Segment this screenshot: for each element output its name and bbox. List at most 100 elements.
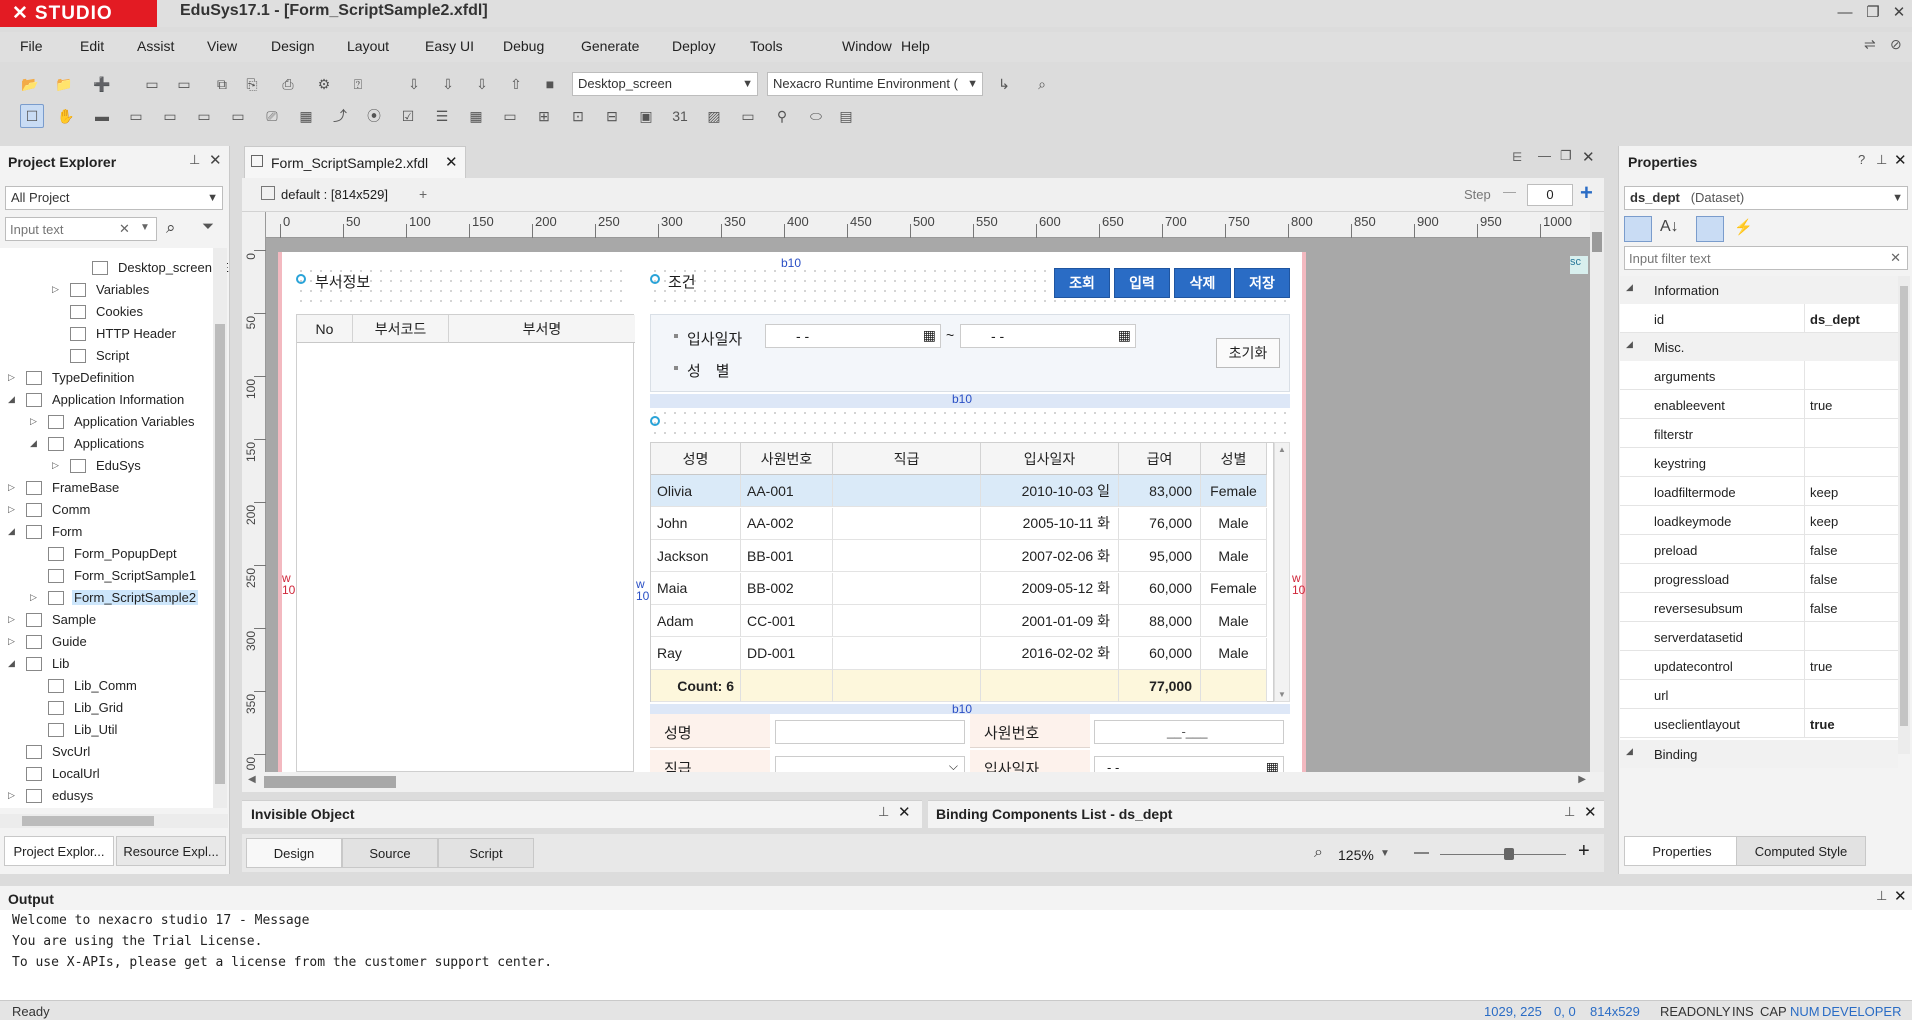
progress-comp-icon[interactable]: ▭ — [736, 104, 760, 128]
property-row[interactable]: useclientlayout true — [1620, 709, 1898, 738]
tree-item[interactable]: Script — [0, 346, 213, 366]
dept-grid-header[interactable]: 부서명 — [449, 315, 635, 343]
close-window-button[interactable]: ✕ — [1886, 2, 1912, 24]
pin-icon[interactable]: ⊥ — [189, 152, 200, 168]
project-filter-combo[interactable]: All Project ▼ — [5, 186, 223, 210]
menu-generate[interactable]: Generate — [581, 38, 639, 54]
tree-item[interactable]: SvcUrl — [0, 742, 213, 762]
tree-toggle-icon[interactable]: ▷ — [52, 284, 62, 295]
menu-debug[interactable]: Debug — [503, 38, 544, 54]
save-all-icon[interactable]: ▭ — [172, 72, 196, 96]
close-icon[interactable]: ✕ — [445, 153, 458, 171]
tree-toggle-icon[interactable]: ▷ — [8, 790, 18, 801]
properties-view-icon[interactable] — [1696, 216, 1724, 242]
tree-hscrollbar[interactable] — [0, 814, 228, 828]
tree-toggle-icon[interactable]: ▷ — [8, 372, 18, 383]
property-row[interactable]: updatecontrol true — [1620, 651, 1898, 680]
tree-item[interactable]: ▷ FrameBase — [0, 478, 213, 498]
delete-button[interactable]: 삭제 — [1174, 268, 1231, 298]
employee-grid[interactable]: 성명 사원번호 직급 입사일자 급여 성별 Olivia AA-001 2010-10-03 일… — [650, 442, 1274, 702]
property-filter-field[interactable]: ✕ — [1624, 246, 1908, 270]
screen-combo[interactable]: Desktop_screen ▼ — [572, 72, 758, 96]
div-comp-icon[interactable]: ⊟ — [600, 104, 624, 128]
tree-item[interactable]: ▷ Form_ScriptSample2 — [0, 588, 213, 608]
maskedit-comp-icon[interactable]: ▭ — [192, 104, 216, 128]
tree-item[interactable]: ▷ Guide — [0, 632, 213, 652]
menu-options-icon[interactable]: ⇌ — [1864, 36, 1876, 53]
property-row[interactable]: id ds_dept — [1620, 304, 1898, 333]
save-button[interactable]: 저장 — [1234, 268, 1290, 298]
tree-toggle-icon[interactable]: ▷ — [8, 482, 18, 493]
table-row[interactable]: Maia BB-002 2009-05-12 화 60,000 Female — [651, 572, 1267, 605]
deploy-icon[interactable]: ⇩ — [470, 72, 494, 96]
chevron-down-icon[interactable]: ▼ — [140, 222, 150, 233]
properties-tab[interactable]: Computed Style — [1736, 836, 1866, 866]
step-decrement-button[interactable]: — — [1503, 184, 1516, 199]
options-icon[interactable]: ⚙ — [312, 72, 336, 96]
zoom-slider[interactable] — [1440, 854, 1566, 855]
menu-tools[interactable]: Tools — [750, 38, 783, 54]
tab-comp-icon[interactable]: ⊡ — [566, 104, 590, 128]
tree-item[interactable]: Lib_Util — [0, 720, 213, 740]
tree-toggle-icon[interactable]: ▷ — [8, 504, 18, 515]
combo-comp-icon[interactable]: ▭ — [124, 104, 148, 128]
groupbox-comp-icon[interactable]: ▣ — [634, 104, 658, 128]
image-comp-icon[interactable]: ▨ — [702, 104, 726, 128]
tree-toggle-icon[interactable]: ▷ — [30, 416, 40, 427]
calendar-comp-icon[interactable]: 31 — [668, 104, 692, 128]
calendar-icon[interactable]: ▦ — [923, 327, 936, 344]
rank-combo[interactable]: ⌵ — [775, 756, 965, 772]
grid-header-0[interactable]: 성명 — [651, 443, 741, 475]
chevron-down-icon[interactable]: ◢ — [1626, 339, 1633, 350]
checkbox-comp-icon[interactable]: ☑ — [396, 104, 420, 128]
tree-item[interactable]: HTTP Header — [0, 324, 213, 344]
new-file-icon[interactable]: ➕ — [90, 72, 114, 96]
tree-toggle-icon[interactable]: ◢ — [8, 394, 18, 405]
help-icon[interactable]: ? — [1858, 152, 1865, 167]
property-value[interactable]: true — [1810, 659, 1832, 674]
tree-toggle-icon[interactable]: ▷ — [52, 460, 62, 471]
property-row[interactable]: preload false — [1620, 535, 1898, 564]
tree-toggle-icon[interactable]: ▷ — [30, 592, 40, 603]
tab-list-icon[interactable]: ⋿ — [1512, 150, 1522, 164]
table-row[interactable]: John AA-002 2005-10-11 화 76,000 Male — [651, 507, 1267, 540]
grid-comp-icon[interactable]: ▦ — [294, 104, 318, 128]
generate-icon[interactable]: ⇧ — [504, 72, 528, 96]
events-view-icon[interactable]: ⚡ — [1734, 218, 1753, 236]
zoom-slider-thumb[interactable] — [1504, 848, 1514, 860]
close-icon[interactable]: ✕ — [1582, 148, 1595, 166]
property-row[interactable]: serverdatasetid — [1620, 622, 1898, 651]
tab-form-scriptsample2[interactable]: Form_ScriptSample2.xfdl ✕ — [244, 146, 466, 178]
tree-item[interactable]: ◢ Application Information — [0, 390, 213, 410]
tree-item[interactable]: Desktop_screen "E — [0, 258, 229, 278]
property-row[interactable]: arguments — [1620, 361, 1898, 390]
editor-tab-source[interactable]: Source — [342, 838, 438, 868]
group-binding[interactable]: ◢ Binding — [1620, 740, 1898, 768]
property-value[interactable]: keep — [1810, 485, 1838, 500]
property-row[interactable]: progressload false — [1620, 564, 1898, 593]
add-layout-button[interactable]: + — [419, 186, 427, 202]
property-value[interactable]: keep — [1810, 514, 1838, 529]
tree-toggle-icon[interactable]: ◢ — [8, 658, 18, 669]
editor-tab-design[interactable]: Design — [246, 838, 342, 868]
menu-edit[interactable]: Edit — [80, 38, 104, 54]
zoom-in-button[interactable]: + — [1578, 840, 1590, 863]
group-information[interactable]: ◢ Information — [1620, 276, 1898, 304]
date-to-field[interactable]: - - ▦ — [960, 324, 1136, 348]
chevron-down-icon[interactable]: ▼ — [1380, 848, 1390, 859]
project-folder-icon[interactable]: 📁 — [52, 72, 76, 96]
close-icon[interactable]: ✕ — [1584, 803, 1597, 821]
menu-deploy[interactable]: Deploy — [672, 38, 716, 54]
tree-item[interactable]: ▷ EduSys — [0, 456, 213, 476]
layout-label[interactable]: default : [814x529] — [281, 187, 388, 202]
maximize-button[interactable]: ❐ — [1860, 2, 1886, 24]
property-value[interactable]: false — [1810, 601, 1837, 616]
property-scrollbar[interactable] — [1898, 276, 1910, 754]
grid-header-5[interactable]: 성별 — [1201, 443, 1267, 475]
launch-icon[interactable]: ↳ — [992, 72, 1016, 96]
menu-design[interactable]: Design — [271, 38, 315, 54]
grid-header-3[interactable]: 입사일자 — [981, 443, 1119, 475]
group-misc[interactable]: ◢ Misc. — [1620, 333, 1898, 361]
table-row[interactable]: Adam CC-001 2001-01-09 화 88,000 Male — [651, 605, 1267, 637]
paste-icon[interactable]: ⎙ — [276, 72, 300, 96]
